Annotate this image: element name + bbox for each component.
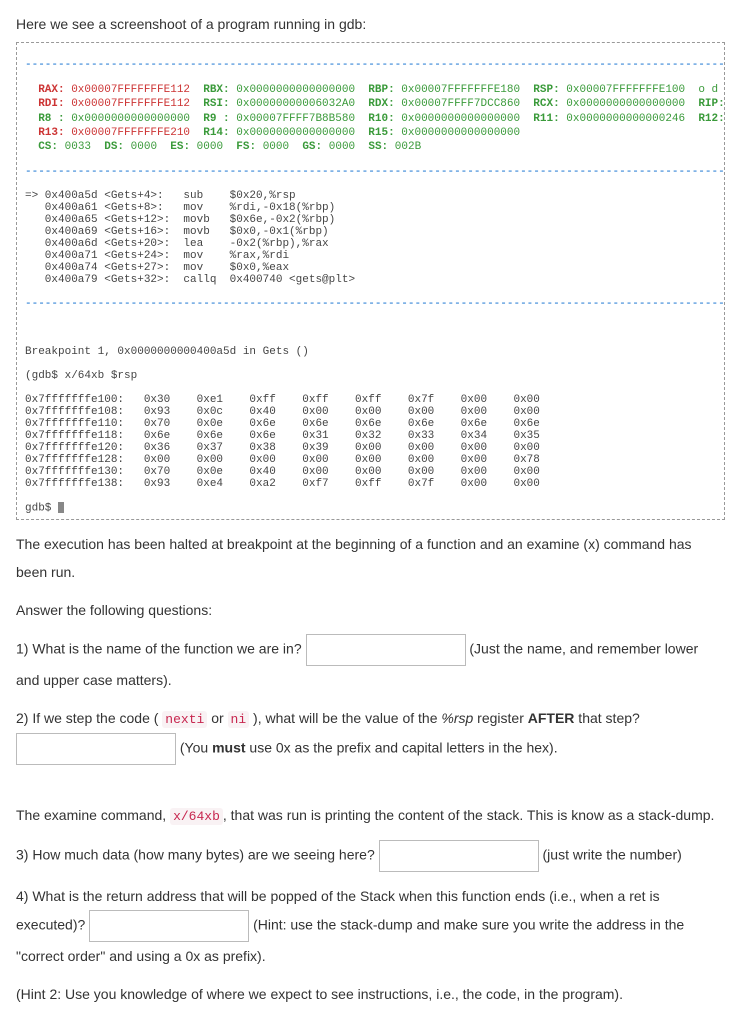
q2-after: AFTER xyxy=(528,710,575,726)
p3code: x/64xb xyxy=(170,808,223,825)
memory-dump: 0x7fffffffe100: 0x30 0xe1 0xff 0xff 0xff… xyxy=(25,394,716,490)
q2-mid: or xyxy=(207,710,227,726)
q3-text-b: (just write the number) xyxy=(543,847,682,863)
q2-input[interactable] xyxy=(16,733,176,765)
disassembly-block: => 0x400a5d <Gets+4>: sub $0x20,%rsp 0x4… xyxy=(25,190,716,286)
q2-text-d: that step? xyxy=(574,710,639,726)
q2-hint-b: use 0x as the prefix and capital letters… xyxy=(246,740,558,756)
q2-reg: %rsp xyxy=(441,710,473,726)
q4-input[interactable] xyxy=(89,910,249,942)
q3-text-a: 3) How much data (how many bytes) are we… xyxy=(16,847,379,863)
p3b: , that was run is printing the content o… xyxy=(223,807,715,823)
q2-must: must xyxy=(212,740,245,756)
hint-2: (Hint 2: Use you knowledge of where we e… xyxy=(16,980,725,1008)
q1-text-a: 1) What is the name of the function we a… xyxy=(16,641,306,657)
q3-input[interactable] xyxy=(379,840,539,872)
registers-block: RAX: 0x00007FFFFFFFE112 RBX: 0x000000000… xyxy=(25,83,716,154)
dash-code: ----------------------------------------… xyxy=(25,166,716,178)
dash-top: ----------------------------------------… xyxy=(25,59,716,71)
question-1: 1) What is the name of the function we a… xyxy=(16,634,725,694)
q1-input[interactable] xyxy=(306,634,466,666)
intro-text: Here we see a screenshoot of a program r… xyxy=(16,16,725,32)
q2-code2: ni xyxy=(228,711,250,728)
cursor-icon xyxy=(58,502,64,513)
instructions: Answer the following questions: xyxy=(16,596,725,624)
question-3: 3) How much data (how many bytes) are we… xyxy=(16,840,725,872)
explanation-2: The examine command, x/64xb, that was ru… xyxy=(16,801,725,830)
examine-cmd: (gdb$ x/64xb $rsp xyxy=(25,370,716,382)
gdb-terminal: ----------------------------------------… xyxy=(16,42,725,520)
question-2: 2) If we step the code ( nexti or ni ), … xyxy=(16,704,725,765)
q2-text-b: ), what will be the value of the xyxy=(249,710,441,726)
question-4: 4) What is the return address that will … xyxy=(16,882,725,970)
gdb-prompt[interactable]: gdb$ xyxy=(25,503,58,515)
q2-text-a: 2) If we step the code ( xyxy=(16,710,162,726)
q2-code1: nexti xyxy=(162,711,207,728)
p3a: The examine command, xyxy=(16,807,170,823)
dash-bot: ----------------------------------------… xyxy=(25,298,716,310)
explanation-1: The execution has been halted at breakpo… xyxy=(16,530,725,586)
breakpoint-line: Breakpoint 1, 0x0000000000400a5d in Gets… xyxy=(25,346,716,358)
q2-text-c: register xyxy=(473,710,527,726)
q2-hint-a: (You xyxy=(180,740,212,756)
